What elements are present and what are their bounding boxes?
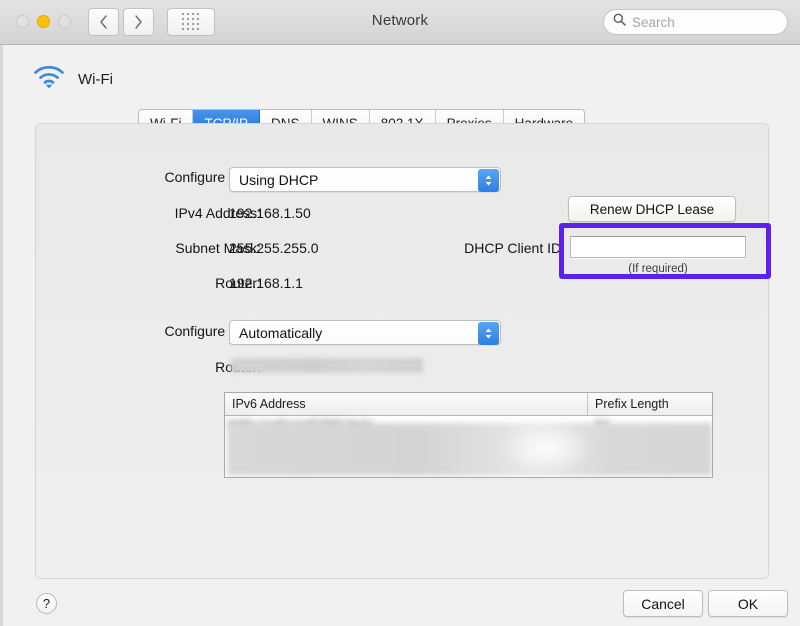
chevron-updown-icon	[478, 322, 499, 345]
renew-dhcp-lease-button[interactable]: Renew DHCP Lease	[568, 196, 736, 222]
ok-button[interactable]: OK	[708, 590, 788, 617]
service-name: Wi-Fi	[78, 71, 113, 88]
dhcp-client-id-label: DHCP Client ID:	[464, 240, 565, 256]
window-titlebar: Network Search	[0, 0, 800, 45]
ipv6-table-header: IPv6 Address Prefix Length	[225, 393, 712, 416]
search-placeholder: Search	[632, 14, 675, 30]
wifi-icon	[33, 65, 65, 94]
network-preferences-window: Network Search Wi-Fi Wi-Fi TC	[0, 0, 800, 626]
service-header: Wi-Fi	[33, 65, 113, 94]
subnet-mask-value: 255.255.255.0	[229, 240, 319, 256]
dhcp-client-id-input[interactable]	[570, 236, 746, 258]
ipv6-address-table[interactable]: IPv6 Address Prefix Length fe80::1cd2:a1…	[224, 392, 713, 478]
renew-dhcp-lease-label: Renew DHCP Lease	[589, 201, 715, 217]
ipv4-address-value: 192.168.1.50	[229, 205, 311, 221]
ipv6-router-value-redacted	[231, 358, 423, 373]
table-row[interactable]: fe80::1cd2:a14f:5fd2:9a2c 64	[225, 416, 712, 477]
help-button[interactable]: ?	[36, 593, 57, 614]
subnet-mask-value-row: 255.255.255.0	[229, 240, 319, 256]
ipv4-router-value: 192.168.1.1	[229, 275, 303, 291]
dhcp-client-id-label-row: DHCP Client ID:	[408, 240, 565, 256]
configure-ipv4-popup[interactable]: Using DHCP	[229, 167, 501, 192]
ipv4-router-value-row: 192.168.1.1	[229, 275, 303, 291]
column-header-ipv6-address: IPv6 Address	[225, 393, 588, 415]
ipv6-row-redaction-overlay	[227, 423, 712, 476]
ipv4-address-value-row: 192.168.1.50	[229, 205, 311, 221]
column-header-prefix-length: Prefix Length	[595, 397, 669, 411]
configure-ipv6-popup[interactable]: Automatically	[229, 320, 501, 345]
tcpip-settings-panel: Configure IPv4: Using DHCP IPv4 Address:…	[35, 123, 769, 579]
preferences-content: Wi-Fi Wi-Fi TCP/IP DNS WINS 802.1X Proxi…	[0, 45, 800, 626]
configure-ipv4-value: Using DHCP	[239, 171, 319, 188]
search-icon	[613, 13, 626, 31]
dhcp-client-id-hint: (If required)	[628, 263, 688, 275]
search-field[interactable]: Search	[603, 9, 788, 35]
cancel-button[interactable]: Cancel	[623, 590, 703, 617]
configure-ipv6-value: Automatically	[239, 324, 323, 341]
chevron-updown-icon	[478, 169, 499, 192]
